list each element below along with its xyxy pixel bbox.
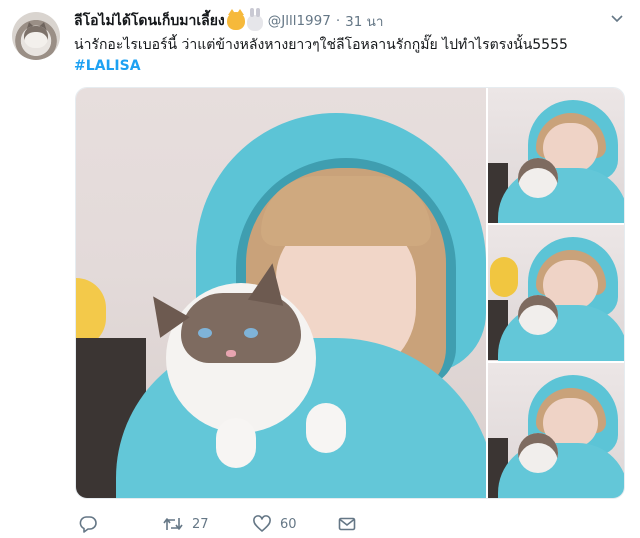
bangs xyxy=(261,176,431,246)
media-side-column xyxy=(487,88,624,498)
avatar-cat-face xyxy=(24,26,48,48)
background-toy xyxy=(489,257,518,298)
tweet-actions: 27 60 xyxy=(74,513,374,535)
cat xyxy=(517,295,558,336)
separator-dot: · xyxy=(335,13,341,29)
cat-ear xyxy=(247,260,291,306)
cat-nose xyxy=(226,350,236,357)
heart-icon xyxy=(252,514,272,534)
like-count: 60 xyxy=(280,516,297,532)
tweet-card[interactable]: ลีโอไม่ได้โดนเก็บมาเลี้ยง @Jlll1997 · 31… xyxy=(0,0,640,538)
media-grid xyxy=(75,87,625,499)
hashtag-link[interactable]: #LALISA xyxy=(74,57,141,76)
like-button[interactable]: 60 xyxy=(252,513,297,535)
display-name[interactable]: ลีโอไม่ได้โดนเก็บมาเลี้ยง xyxy=(74,10,225,32)
tweet-timestamp[interactable]: 31 นา xyxy=(345,10,383,32)
tweet-header: ลีโอไม่ได้โดนเก็บมาเลี้ยง @Jlll1997 · 31… xyxy=(74,7,383,32)
cat-paw xyxy=(306,403,346,453)
retweet-button[interactable]: 27 xyxy=(162,513,209,535)
rabbit-emoji-icon xyxy=(246,7,263,31)
tweet-text: น่ารักอะไรเบอร์นี้ ว่าแต่ข้างหลังหางยาวๆ… xyxy=(74,37,568,53)
hoodie-body xyxy=(497,305,624,361)
hoodie-body xyxy=(497,168,624,224)
cat xyxy=(517,158,558,198)
cat-eye xyxy=(198,328,212,338)
media-photo-main[interactable] xyxy=(76,88,486,498)
media-photo-2[interactable] xyxy=(487,88,624,224)
retweet-icon xyxy=(162,514,184,534)
cat-paw xyxy=(216,418,256,468)
cat-eye xyxy=(244,328,258,338)
tweet-menu-chevron-down-icon[interactable] xyxy=(610,14,624,24)
reply-button[interactable] xyxy=(78,513,106,535)
retweet-count: 27 xyxy=(192,516,209,532)
cat-face-emoji-icon xyxy=(226,9,245,30)
envelope-icon xyxy=(337,514,357,534)
direct-message-button[interactable] xyxy=(337,513,357,535)
user-avatar[interactable] xyxy=(12,12,60,60)
media-photo-4[interactable] xyxy=(487,362,624,498)
reply-icon xyxy=(78,514,98,534)
hoodie-body xyxy=(497,442,624,498)
media-photo-3[interactable] xyxy=(487,225,624,361)
user-handle[interactable]: @Jlll1997 xyxy=(268,13,331,29)
cat xyxy=(517,432,558,473)
